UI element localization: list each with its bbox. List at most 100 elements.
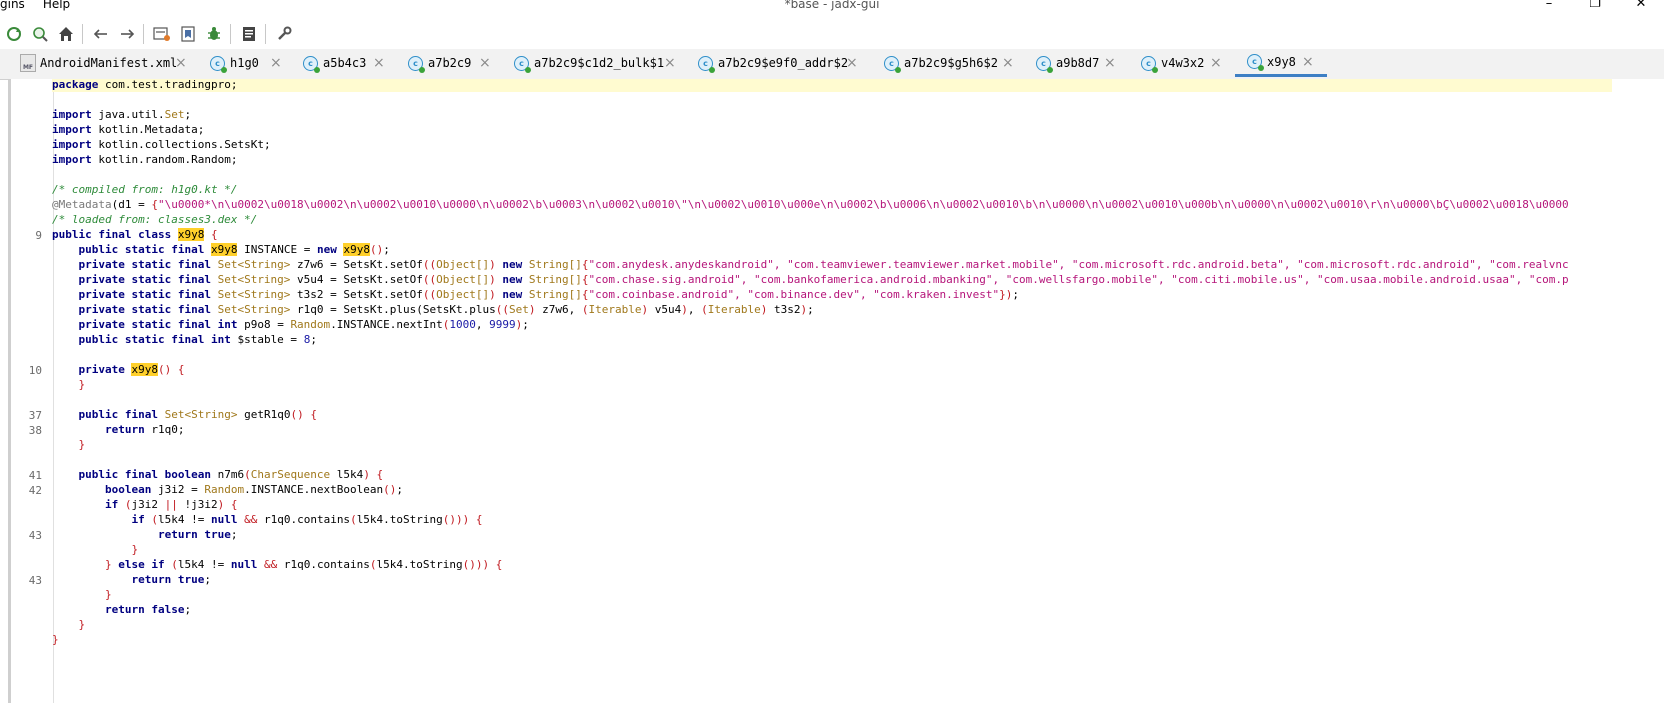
tab-a7b2c9-g5h6[interactable]: c a7b2c9$g5h6$2 ×: [884, 49, 1024, 77]
close-tab-icon[interactable]: ×: [1302, 54, 1314, 70]
code-line: private static final Set<String> z7w6 = …: [78, 258, 1569, 271]
code-line: }: [78, 438, 86, 451]
line-number: 43: [28, 574, 42, 587]
class-icon: c: [1036, 55, 1053, 73]
code-text: package com.test.tradingpro; import java…: [52, 79, 1664, 703]
code-line: private static final Set<String> t3s2 = …: [78, 288, 1019, 301]
code-line: @Metadata(d1 = {"\u0000*\n\u0002\u0018\u…: [52, 198, 1569, 211]
preferences-wrench-icon[interactable]: [272, 22, 296, 46]
editor-left-border: [8, 79, 11, 703]
code-line: import kotlin.random.Random;: [52, 153, 238, 166]
forward-icon[interactable]: [115, 22, 139, 46]
tab-a7b2c9[interactable]: c a7b2c9 ×: [408, 49, 498, 77]
code-line: }: [78, 378, 86, 391]
tab-label: AndroidManifest.xml: [40, 56, 178, 70]
code-line: }: [131, 543, 139, 556]
close-tab-icon[interactable]: ×: [373, 55, 385, 71]
tab-label: a5b4c3: [323, 56, 367, 70]
line-number-gutter: 9 10 37 38 41 42 43 43: [12, 79, 52, 703]
tab-v4w3x2[interactable]: c v4w3x2 ×: [1141, 49, 1231, 77]
close-tab-icon[interactable]: ×: [175, 55, 187, 71]
close-tab-icon[interactable]: ×: [1104, 55, 1116, 71]
toolbar: [0, 20, 1664, 48]
line-number: 42: [28, 484, 42, 497]
tab-label: a7b2c9$g5h6$2: [904, 56, 998, 70]
code-line: public final class x9y8 {: [52, 228, 218, 241]
code-line: }: [52, 633, 59, 646]
toolbar-separator: [230, 24, 231, 44]
close-tab-icon[interactable]: ×: [479, 55, 491, 71]
class-icon: c: [884, 55, 901, 73]
code-line: public static final x9y8 INSTANCE = new …: [78, 243, 390, 256]
line-number: 43: [28, 529, 42, 542]
close-button[interactable]: ✕: [1618, 0, 1664, 12]
close-tab-icon[interactable]: ×: [1002, 55, 1014, 71]
close-tab-icon[interactable]: ×: [1210, 55, 1222, 71]
code-line: }: [78, 618, 86, 631]
code-line: import java.util.Set;: [52, 108, 192, 121]
editor-tabs: MF AndroidManifest.xml × c h1g0 × c a5b4…: [0, 49, 1664, 80]
tab-h1g0[interactable]: c h1g0 ×: [210, 49, 290, 77]
code-line: private x9y8() {: [78, 363, 185, 376]
minimize-button[interactable]: –: [1526, 0, 1572, 12]
tab-a7b2c9-c1d2-bulk[interactable]: c a7b2c9$c1d2_bulk$1 ×: [514, 49, 684, 77]
code-line: private static final Set<String> v5u4 = …: [78, 273, 1569, 286]
search-icon[interactable]: [28, 22, 52, 46]
code-line: /* loaded from: classes3.dex */: [52, 213, 258, 226]
tab-label: v4w3x2: [1161, 56, 1205, 70]
code-line: } else if (l5k4 != null && r1q0.contains…: [104, 558, 503, 571]
tab-label: a7b2c9: [428, 56, 472, 70]
class-icon: c: [1247, 54, 1264, 71]
class-icon: c: [303, 55, 320, 73]
home-icon[interactable]: [54, 22, 78, 46]
code-line: }: [104, 588, 112, 601]
toolbar-separator: [265, 24, 266, 44]
toolbar-separator: [143, 24, 144, 44]
debug-bug-icon[interactable]: [202, 22, 226, 46]
close-tab-icon[interactable]: ×: [664, 55, 676, 71]
code-line: if (l5k4 != null && r1q0.contains(l5k4.t…: [131, 513, 483, 526]
tab-x9y8[interactable]: c x9y8 ×: [1235, 49, 1327, 77]
tab-label: a7b2c9$c1d2_bulk$1: [534, 56, 665, 70]
code-line: return true;: [157, 528, 238, 541]
decompile-icon[interactable]: [150, 22, 174, 46]
line-number: 41: [28, 469, 42, 482]
code-line: public final Set<String> getR1q0() {: [78, 408, 317, 421]
close-tab-icon[interactable]: ×: [270, 55, 282, 71]
tab-androidmanifest[interactable]: MF AndroidManifest.xml ×: [20, 49, 195, 77]
back-icon[interactable]: [89, 22, 113, 46]
toolbar-separator: [82, 24, 83, 44]
tab-a7b2c9-e9f0-addr[interactable]: c a7b2c9$e9f0_addr$2 ×: [698, 49, 863, 77]
code-editor[interactable]: 9 10 37 38 41 42 43 43 package com.test.…: [8, 79, 1664, 703]
line-number: 38: [28, 424, 42, 437]
tab-a5b4c3[interactable]: c a5b4c3 ×: [303, 49, 393, 77]
window-title: *base - jadx-gui: [784, 0, 880, 11]
manifest-file-icon: MF: [20, 54, 36, 72]
tab-label: a9b8d7: [1056, 56, 1100, 70]
line-number: 37: [28, 409, 42, 422]
code-line: return true;: [131, 573, 211, 586]
tab-label: h1g0: [230, 56, 259, 70]
code-line: private static final Set<String> r1q0 = …: [78, 303, 814, 316]
code-line: public final boolean n7m6(CharSequence l…: [78, 468, 384, 481]
code-line: if (j3i2 || !j3i2) {: [104, 498, 238, 511]
close-tab-icon[interactable]: ×: [846, 55, 858, 71]
bookmark-icon[interactable]: [176, 22, 200, 46]
class-icon: c: [1141, 55, 1158, 73]
code-line: public static final int $stable = 8;: [78, 333, 317, 346]
class-icon: c: [210, 55, 227, 73]
code-line: /* compiled from: h1g0.kt */: [52, 183, 238, 196]
line-number: 10: [28, 364, 42, 377]
class-icon: c: [698, 55, 715, 73]
tab-a9b8d7[interactable]: c a9b8d7 ×: [1036, 49, 1126, 77]
code-line: return r1q0;: [104, 423, 185, 436]
code-line: return false;: [104, 603, 192, 616]
tab-label: x9y8: [1267, 54, 1296, 69]
restore-button[interactable]: ❐: [1572, 0, 1618, 12]
title-bar: gins Help *base - jadx-gui – ❐ ✕: [0, 0, 1664, 13]
log-icon[interactable]: [237, 22, 261, 46]
code-line: package com.test.tradingpro;: [52, 79, 1612, 92]
code-line: import kotlin.Metadata;: [52, 123, 205, 136]
code-line: boolean j3i2 = Random.INSTANCE.nextBoole…: [104, 483, 404, 496]
sync-icon[interactable]: [2, 22, 26, 46]
